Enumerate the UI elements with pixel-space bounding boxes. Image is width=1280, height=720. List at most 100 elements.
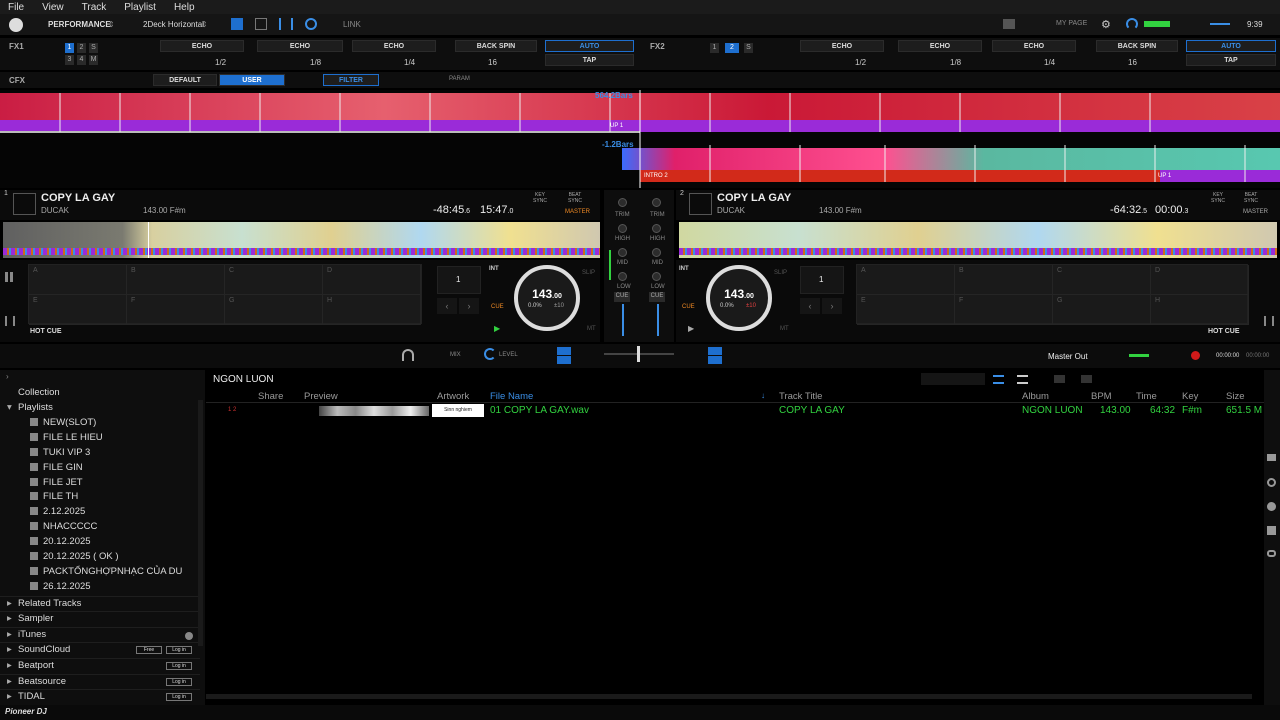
deck1-play-icon[interactable]: ▶ (494, 324, 500, 333)
col-time[interactable]: Time (1136, 391, 1157, 402)
tree-beatport[interactable]: ▸ Beatport Log in (0, 658, 200, 673)
col-track-title[interactable]: Track Title (779, 391, 822, 402)
mixer-icon[interactable] (279, 18, 293, 30)
deck2-pad-f[interactable]: F (955, 295, 1053, 325)
tree-related-tracks[interactable]: ▸ Related Tracks (0, 596, 200, 611)
search-icon[interactable] (1267, 478, 1276, 487)
deck2-pad-b[interactable]: B (955, 265, 1053, 295)
master-out-select[interactable]: Master Out (1048, 352, 1088, 361)
menu-view[interactable]: View (42, 2, 64, 13)
artwork-view-icon[interactable] (1054, 375, 1065, 383)
tree-sampler[interactable]: ▸ Sampler (0, 611, 200, 626)
fx2-deck-s[interactable]: S (744, 43, 753, 53)
crossfader-knob[interactable] (637, 346, 640, 362)
deck2-loop-double[interactable]: › (822, 298, 842, 314)
ch1-high-knob[interactable] (618, 224, 627, 233)
ch2-trim-knob[interactable] (652, 198, 661, 207)
deck1-key-sync[interactable]: KEY SYNC (530, 192, 550, 204)
cfx-user-button[interactable]: USER (219, 74, 285, 86)
col-file-name[interactable]: File Name (490, 391, 533, 402)
tree-soundcloud[interactable]: ▸ SoundCloud Free Log in (0, 642, 200, 657)
midi-icon[interactable] (1003, 19, 1015, 29)
tree-playlists[interactable]: ▾ Playlists (0, 401, 200, 416)
playlist-item[interactable]: PACKTỔNGHỢPNHẠC CỦA DU (0, 565, 200, 580)
fx1-deck-4[interactable]: 4 (77, 55, 86, 65)
deck1-pad-f[interactable]: F (127, 295, 225, 325)
fx2-auto-button[interactable]: AUTO (1186, 40, 1276, 52)
deck2-pad-g[interactable]: G (1053, 295, 1151, 325)
deck1-pad-e[interactable]: E (29, 295, 127, 325)
beatport-login-button[interactable]: Log in (166, 662, 192, 670)
detail-view-icon[interactable] (1017, 375, 1028, 384)
record-icon[interactable] (305, 18, 317, 30)
deck2-play-icon[interactable]: ▶ (688, 324, 694, 333)
ch2-cue-button[interactable]: CUE (649, 292, 665, 302)
deck1-loop-half[interactable]: ‹ (437, 298, 457, 314)
deck2-mt[interactable]: MT (780, 326, 789, 332)
fx2-effect-1[interactable]: ECHO (800, 40, 884, 52)
fx1-deck-s[interactable]: S (89, 43, 98, 53)
deck1-mt[interactable]: MT (587, 326, 596, 332)
soundcloud-free-button[interactable]: Free (136, 646, 162, 654)
my-page-link[interactable]: MY PAGE (1056, 20, 1087, 27)
deck1-jog-wheel[interactable]: 143.00 0.0% ±10 (514, 265, 580, 331)
deck2-loop-half[interactable]: ‹ (800, 298, 820, 314)
link-icon[interactable] (1267, 550, 1276, 557)
deck1-overview-waveform[interactable] (3, 222, 600, 258)
fx2-deck-1[interactable]: 1 (710, 43, 719, 53)
split-view-icon[interactable] (1081, 375, 1092, 383)
grid-icon[interactable] (255, 18, 267, 30)
deck1-cue-button[interactable]: CUE (491, 304, 504, 310)
col-key[interactable]: Key (1182, 391, 1198, 402)
menu-track[interactable]: Track (82, 2, 107, 13)
expand-icon[interactable]: › (6, 372, 9, 381)
deck2-pad-h[interactable]: H (1151, 295, 1249, 325)
itunes-sync-icon[interactable] (185, 632, 193, 640)
deck1-pad-h[interactable]: H (323, 295, 421, 325)
deck2-beat-sync[interactable]: BEAT SYNC (1241, 192, 1261, 204)
playlist-item[interactable]: NEW(SLOT) (0, 416, 200, 431)
ch1-fader[interactable] (622, 304, 624, 336)
fx1-tap-button[interactable]: TAP (545, 54, 634, 66)
playlist-item[interactable]: FILE GIN (0, 461, 200, 476)
headphones-icon[interactable] (1126, 18, 1138, 30)
ch1-trim-knob[interactable] (618, 198, 627, 207)
pitch-mode-icon[interactable] (5, 316, 15, 326)
menu-playlist[interactable]: Playlist (124, 2, 156, 13)
tree-collection[interactable]: Collection (0, 386, 200, 401)
menu-help[interactable]: Help (174, 2, 195, 13)
deck2-pad-c[interactable]: C (1053, 265, 1151, 295)
ch2-high-knob[interactable] (652, 224, 661, 233)
ch1-low-knob[interactable] (618, 272, 627, 281)
fx1-effect-2[interactable]: ECHO (257, 40, 343, 52)
deck1-pad-b[interactable]: B (127, 265, 225, 295)
deck1-pad-d[interactable]: D (323, 265, 421, 295)
playlist-item[interactable]: 20.12.2025 (0, 535, 200, 550)
deck2-master[interactable]: MASTER (1243, 209, 1268, 215)
playlist-item[interactable]: 20.12.2025 ( OK ) (0, 550, 200, 565)
ch1-cue-button[interactable]: CUE (614, 292, 630, 302)
deck2-slip[interactable]: SLIP (774, 270, 787, 276)
tree-tidal[interactable]: ▸ TIDAL Log in (0, 689, 200, 704)
tag-icon[interactable] (1267, 454, 1276, 461)
col-preview[interactable]: Preview (304, 391, 338, 402)
fx-panel-icon[interactable] (231, 18, 243, 30)
playlist-item[interactable]: FILE LE HIEU (0, 431, 200, 446)
ch2-mid-knob[interactable] (652, 248, 661, 257)
fx1-effect-1[interactable]: ECHO (160, 40, 244, 52)
ch1-mid-knob[interactable] (618, 248, 627, 257)
tree-itunes[interactable]: ▸ iTunes (0, 627, 200, 642)
table-row[interactable]: 1 2 Sinn nghiem 01 COPY LA GAY.wav COPY … (206, 404, 1264, 418)
deck2-assign-2[interactable] (708, 347, 722, 355)
fx1-auto-button[interactable]: AUTO (545, 40, 634, 52)
deck2-overview-waveform[interactable] (679, 222, 1277, 258)
filter-box[interactable] (921, 373, 985, 385)
deck2-pad-a[interactable]: A (857, 265, 955, 295)
cfx-filter-button[interactable]: FILTER (323, 74, 379, 86)
fx2-effect-3[interactable]: ECHO (992, 40, 1076, 52)
horizontal-scrollbar[interactable] (206, 694, 1252, 699)
deck1-beat-sync[interactable]: BEAT SYNC (565, 192, 585, 204)
deck1-loop-double[interactable]: › (459, 298, 479, 314)
soundcloud-login-button[interactable]: Log in (166, 646, 192, 654)
list-view-icon[interactable] (993, 375, 1004, 384)
